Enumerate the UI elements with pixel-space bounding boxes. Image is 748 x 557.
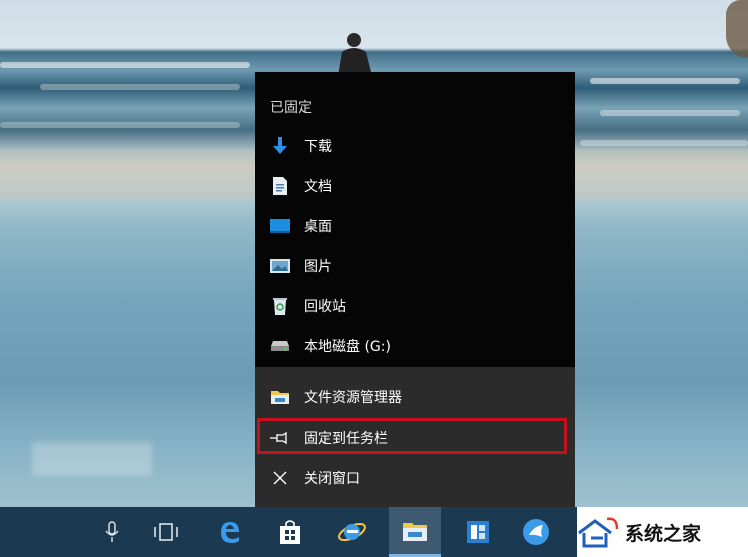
drive-icon: [269, 335, 291, 357]
pinned-item-recycle-bin[interactable]: 回收站: [255, 286, 575, 326]
pinned-item-local-disk-g[interactable]: 本地磁盘 (G:): [255, 326, 575, 366]
highlight-box: [257, 418, 567, 454]
download-icon: [269, 135, 291, 157]
document-icon: [269, 175, 291, 197]
file-explorer-icon: [269, 386, 291, 408]
action-close-window[interactable]: 关闭窗口: [255, 458, 575, 498]
pinned-item-pictures[interactable]: 图片: [255, 246, 575, 286]
app-icon[interactable]: [452, 507, 504, 557]
microphone-icon[interactable]: [86, 507, 138, 557]
pinned-item-downloads[interactable]: 下载: [255, 126, 575, 166]
bird-app-icon[interactable]: [510, 507, 562, 557]
pinned-item-documents[interactable]: 文档: [255, 166, 575, 206]
file-explorer-taskbar-button[interactable]: [389, 507, 441, 557]
pinned-header: 已固定: [270, 100, 312, 116]
pictures-icon: [269, 255, 291, 277]
pinned-item-desktop[interactable]: 桌面: [255, 206, 575, 246]
edge-icon[interactable]: [204, 507, 256, 557]
action-file-explorer[interactable]: 文件资源管理器: [255, 377, 575, 417]
close-icon: [269, 467, 291, 489]
recycle-bin-icon: [269, 295, 291, 317]
watermark-house-icon: [578, 517, 619, 548]
ie-icon[interactable]: [326, 507, 378, 557]
person-silhouette: [338, 33, 372, 76]
desktop-icon: [269, 215, 291, 237]
store-icon[interactable]: [264, 507, 316, 557]
task-view-icon[interactable]: [140, 507, 192, 557]
watermark-logo: 系统之家: [577, 507, 748, 557]
watermark-text: 系统之家: [625, 522, 702, 545]
